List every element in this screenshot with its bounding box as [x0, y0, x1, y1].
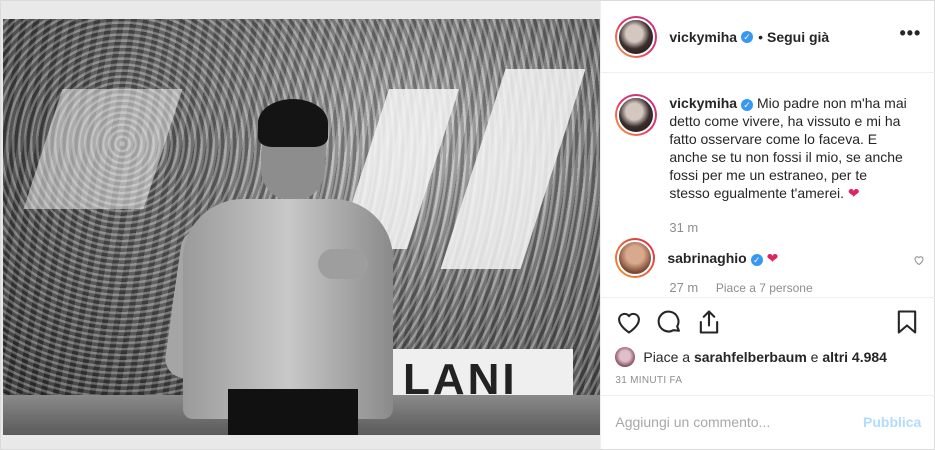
publish-button[interactable]: Pubblica [863, 414, 921, 430]
jacket [183, 199, 393, 419]
verified-icon: ✓ [741, 30, 754, 43]
verified-icon: ✓ [741, 99, 754, 111]
comment-input[interactable]: Aggiungi un commento... [615, 414, 770, 430]
comment-icon[interactable] [655, 308, 683, 336]
trousers [228, 389, 358, 435]
beanie [258, 99, 328, 147]
instagram-post: LANI vickymiha ✓ • Segui già ••• vickymi… [0, 0, 935, 450]
comment-meta: 27 m Piace a 7 persone [669, 280, 812, 295]
more-icon[interactable]: ••• [899, 24, 921, 42]
verified-icon: ✓ [750, 254, 763, 266]
following-button[interactable]: Segui già [767, 29, 829, 45]
header-username[interactable]: vickymiha [669, 29, 737, 45]
comment-text-block: sabrinaghio ✓ ❤ [667, 250, 778, 278]
separator-dot: • [758, 28, 763, 45]
caption-text-block: vickymiha ✓ Mio padre non m'ha mai detto … [669, 94, 909, 202]
post-photo[interactable]: LANI [1, 1, 601, 449]
heart-emoji: ❤ [766, 250, 779, 266]
action-bar [601, 297, 935, 349]
coach-figure [162, 99, 413, 435]
comments-section: vickymiha ✓ Mio padre non m'ha mai detto … [601, 74, 935, 296]
heart-emoji: ❤ [847, 185, 860, 201]
likes-middle: e [810, 349, 819, 365]
likes-user[interactable]: sarahfelberbaum [694, 349, 807, 365]
hand-on-chest [318, 249, 368, 279]
post-timestamp[interactable]: 31 minuti fa [615, 375, 682, 386]
heart-icon[interactable] [615, 308, 643, 336]
liker-avatar [615, 347, 636, 367]
comment-username[interactable]: sabrinaghio [667, 250, 746, 266]
caption-username[interactable]: vickymiha [669, 95, 737, 111]
avatar[interactable] [615, 238, 656, 278]
bookmark-icon[interactable] [893, 308, 921, 336]
comment-likes[interactable]: Piace a 7 persone [716, 281, 813, 295]
add-comment-bar: Aggiungi un commento... Pubblica [601, 395, 935, 449]
share-icon[interactable] [695, 308, 723, 336]
comment-time[interactable]: 27 m [669, 280, 698, 295]
photo-image: LANI [3, 19, 600, 435]
avatar[interactable] [615, 94, 658, 136]
avatar[interactable] [615, 15, 658, 58]
likes-others[interactable]: altri 4.984 [822, 349, 887, 365]
likes-summary[interactable]: Piace a sarahfelberbaum e altri 4.984 [615, 347, 887, 367]
caption-time[interactable]: 31 m [669, 220, 698, 235]
post-header: vickymiha ✓ • Segui già ••• [601, 1, 935, 73]
post-sidebar: vickymiha ✓ • Segui già ••• vickymiha ✓ M… [600, 1, 935, 449]
comment-like-icon[interactable] [913, 254, 925, 266]
comment: sabrinaghio ✓ ❤ [615, 238, 925, 278]
likes-prefix: Piace a [643, 349, 691, 365]
caption: vickymiha ✓ Mio padre non m'ha mai detto … [615, 94, 925, 202]
